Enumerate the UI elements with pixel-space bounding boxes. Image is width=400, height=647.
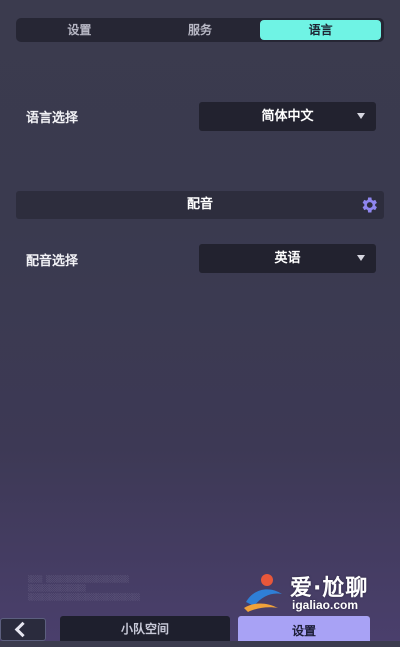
voice-dropdown-value: 英语 — [274, 251, 301, 266]
settings-nav-tab[interactable]: 设置 — [238, 616, 370, 641]
watermark-url: igaliao.com — [292, 598, 359, 612]
language-dropdown[interactable]: 简体中文 — [199, 102, 376, 131]
dropdown-arrow-icon — [357, 255, 365, 261]
voice-select-label: 配音选择 — [26, 254, 79, 269]
voice-section-title: 配音 — [186, 197, 213, 212]
language-select-label: 语言选择 — [26, 111, 79, 126]
dropdown-arrow-icon — [357, 113, 365, 119]
chevron-left-icon — [14, 621, 31, 638]
squad-space-tab[interactable]: 小队空间 — [60, 616, 230, 641]
top-tab-bar: 设置 服务 语言 — [16, 18, 384, 42]
version-info: ░░░░ ░░░░░░░░░░░░░░░░░░░░░░░ ░░░░░░░░░░░… — [28, 576, 140, 601]
language-dropdown-value: 简体中文 — [261, 109, 314, 124]
gear-icon[interactable] — [359, 195, 379, 215]
watermark: 爱·尬聊 igaliao.com — [240, 570, 390, 616]
bottom-nav: 小队空间 设置 — [0, 614, 400, 641]
watermark-text: 爱·尬聊 — [290, 576, 369, 601]
tab-language[interactable]: 语言 — [260, 20, 382, 40]
watermark-logo-icon — [244, 574, 282, 612]
voice-section-header: 配音 — [16, 191, 384, 219]
back-button[interactable] — [0, 618, 46, 641]
tab-settings[interactable]: 设置 — [19, 20, 140, 40]
tab-service[interactable]: 服务 — [140, 20, 261, 40]
voice-dropdown[interactable]: 英语 — [199, 244, 376, 273]
